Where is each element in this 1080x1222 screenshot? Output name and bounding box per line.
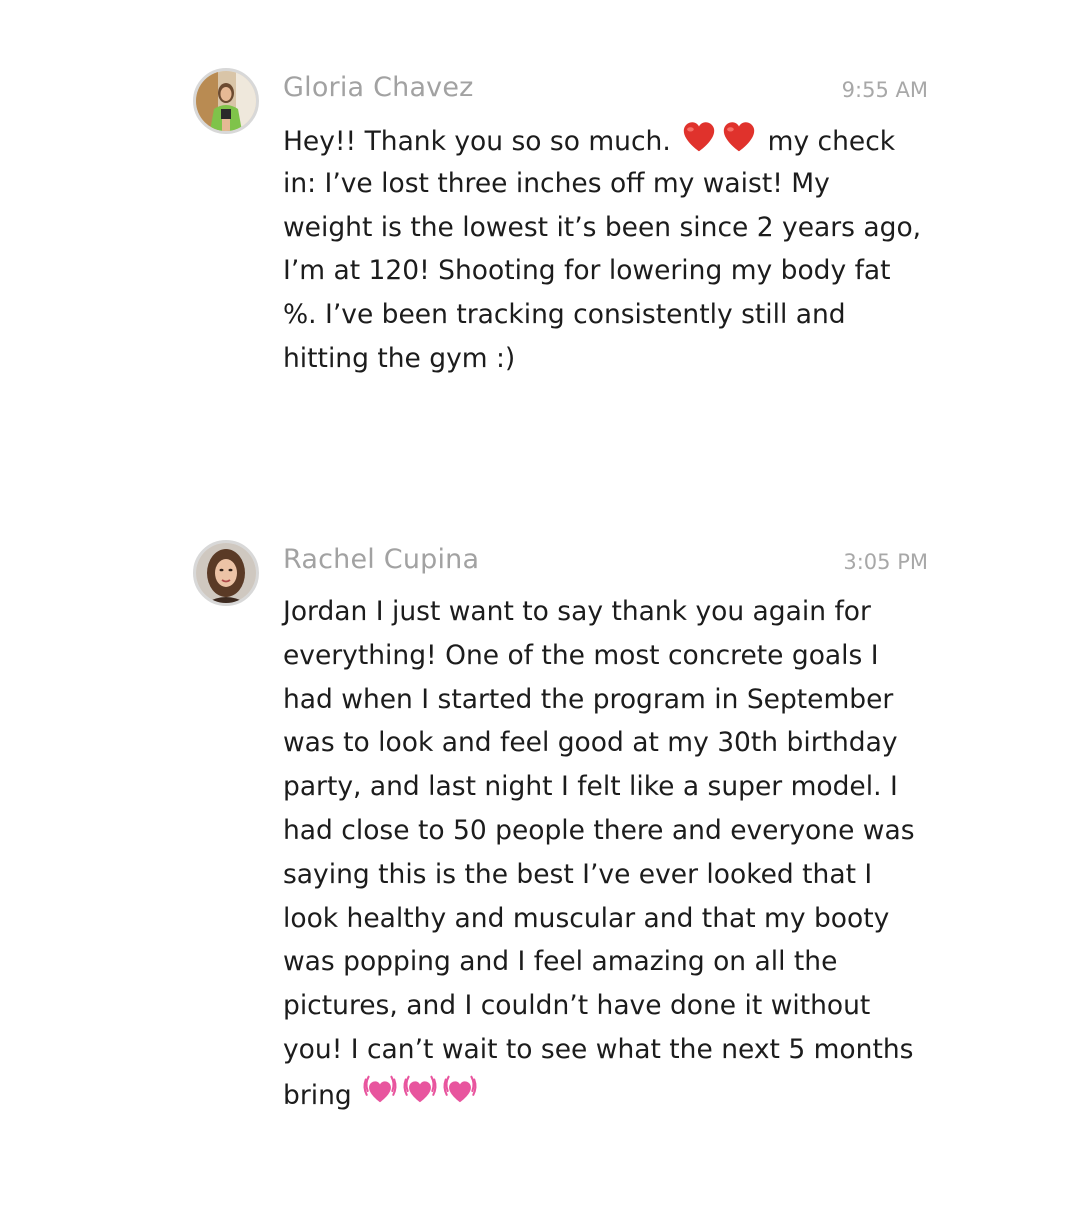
message-line-text: bring: [283, 1079, 361, 1111]
message-line: look healthy and muscular and that my bo…: [283, 897, 933, 941]
sender-name[interactable]: Gloria Chavez: [283, 72, 474, 103]
message-line-text: I’m at 120! Shooting for lowering my bod…: [283, 255, 891, 287]
message-line-text: was popping and I feel amazing on all th…: [283, 946, 838, 978]
message-line: Hey!! Thank you so so much. my check: [283, 118, 933, 162]
message-text: Hey!! Thank you so so much. my check in: …: [283, 118, 933, 381]
message-line: was to look and feel good at my 30th bir…: [283, 721, 933, 765]
avatar-photo: [196, 543, 256, 603]
message-line-text: %. I’ve been tracking consistently still…: [283, 299, 846, 331]
message-line-text: everything! One of the most concrete goa…: [283, 639, 879, 671]
message-line: party, and last night I felt like a supe…: [283, 765, 933, 809]
message-line: pictures, and I couldn’t have done it wi…: [283, 984, 933, 1028]
message-line: weight is the lowest it’s been since 2 y…: [283, 206, 933, 250]
message-line: in: I’ve lost three inches off my waist!…: [283, 162, 933, 206]
message-line-text: hitting the gym :): [283, 342, 516, 374]
avatar[interactable]: [193, 68, 259, 134]
message-line: Jordan I just want to say thank you agai…: [283, 590, 933, 634]
avatar-photo: [196, 71, 256, 131]
red-heart-icon: [720, 118, 758, 156]
pink-beating-heart-icon: [401, 1072, 439, 1110]
message-line-text: was to look and feel good at my 30th bir…: [283, 727, 898, 759]
pink-beating-heart-icon: [441, 1072, 479, 1110]
message-line-text: you! I can’t wait to see what the next 5…: [283, 1033, 914, 1065]
message-line-text: weight is the lowest it’s been since 2 y…: [283, 211, 922, 243]
message-text: Jordan I just want to say thank you agai…: [283, 590, 933, 1116]
message-line-text: in: I’ve lost three inches off my waist!…: [283, 167, 830, 199]
message-line: you! I can’t wait to see what the next 5…: [283, 1028, 933, 1072]
red-heart-icon: [680, 118, 718, 156]
message-line-text: my check: [759, 126, 896, 157]
message-line: %. I’ve been tracking consistently still…: [283, 293, 933, 337]
message-line: hitting the gym :): [283, 337, 933, 381]
avatar[interactable]: [193, 540, 259, 606]
message-line: everything! One of the most concrete goa…: [283, 634, 933, 678]
message-line-text: Jordan I just want to say thank you agai…: [283, 596, 871, 627]
message-line-text: party, and last night I felt like a supe…: [283, 771, 898, 803]
message-line-text: look healthy and muscular and that my bo…: [283, 902, 890, 934]
message-line-text: had close to 50 people there and everyon…: [283, 814, 915, 846]
message-line: had when I started the program in Septem…: [283, 678, 933, 722]
message-timestamp: 3:05 PM: [843, 550, 928, 574]
message-header: Gloria Chavez 9:55 AM: [283, 72, 928, 112]
message-header: Rachel Cupina 3:05 PM: [283, 544, 928, 584]
message-line-text: pictures, and I couldn’t have done it wi…: [283, 990, 871, 1022]
message-line-text: Hey!! Thank you so so much.: [283, 126, 680, 157]
message-line: was popping and I feel amazing on all th…: [283, 940, 933, 984]
message-line: I’m at 120! Shooting for lowering my bod…: [283, 249, 933, 293]
message-line: had close to 50 people there and everyon…: [283, 809, 933, 853]
message-line: bring: [283, 1072, 933, 1116]
message-line-text: had when I started the program in Septem…: [283, 683, 894, 715]
message-timestamp: 9:55 AM: [841, 78, 928, 102]
message-line-text: saying this is the best I’ve ever looked…: [283, 858, 873, 890]
sender-name[interactable]: Rachel Cupina: [283, 544, 479, 575]
message-line: saying this is the best I’ve ever looked…: [283, 853, 933, 897]
pink-beating-heart-icon: [361, 1072, 399, 1110]
